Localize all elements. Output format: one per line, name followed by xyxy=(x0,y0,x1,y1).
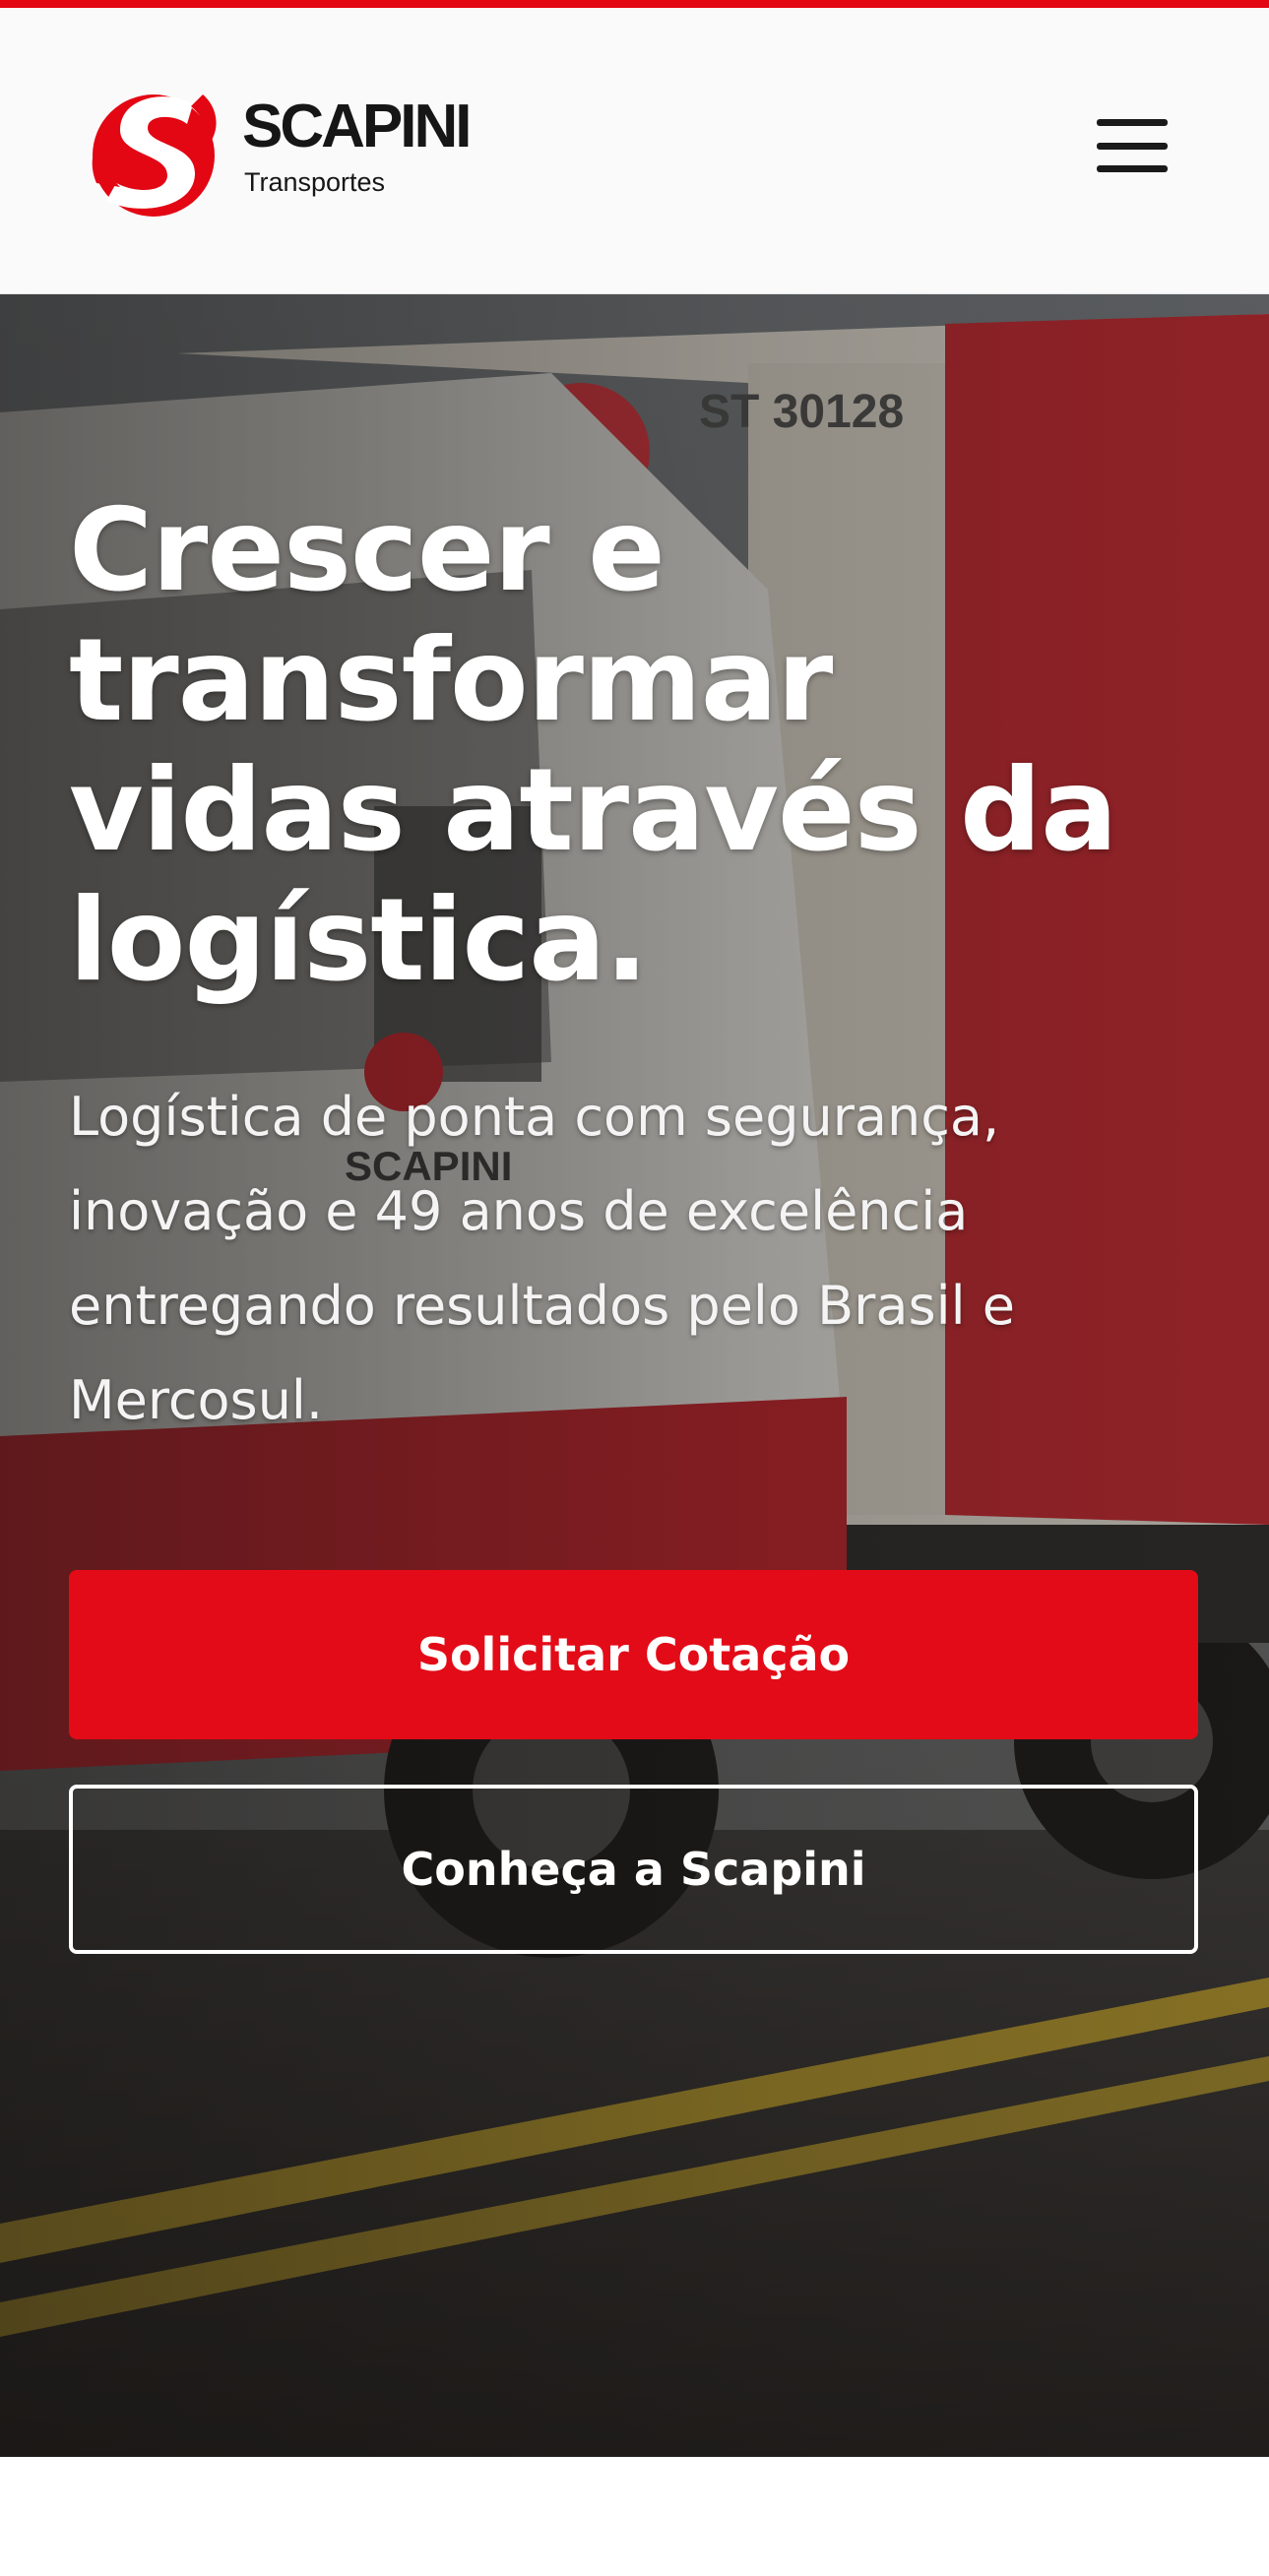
hamburger-menu-icon[interactable] xyxy=(1091,110,1174,181)
site-header: SCAPINI Transportes xyxy=(0,8,1269,294)
hero-title: Crescer e transformar vidas através da l… xyxy=(69,484,1117,1007)
hero-section: ST 30128 SCAPINI Crescer e transformar v… xyxy=(0,294,1269,2457)
logo-tagline: Transportes xyxy=(244,167,386,197)
logo-wordmark: SCAPINI xyxy=(242,93,472,160)
hero-subtitle: Logística de ponta com segurança, inovaç… xyxy=(69,1086,1015,1431)
menu-bar xyxy=(1097,165,1168,172)
top-accent-strip xyxy=(0,0,1269,8)
about-scapini-button[interactable]: Conheça a Scapini xyxy=(69,1785,1198,1954)
scapini-logo[interactable]: SCAPINI Transportes xyxy=(77,85,500,222)
menu-bar xyxy=(1097,142,1168,150)
request-quote-button[interactable]: Solicitar Cotação xyxy=(69,1570,1198,1739)
menu-bar xyxy=(1097,119,1168,126)
scapini-s-logo-icon xyxy=(92,94,217,217)
